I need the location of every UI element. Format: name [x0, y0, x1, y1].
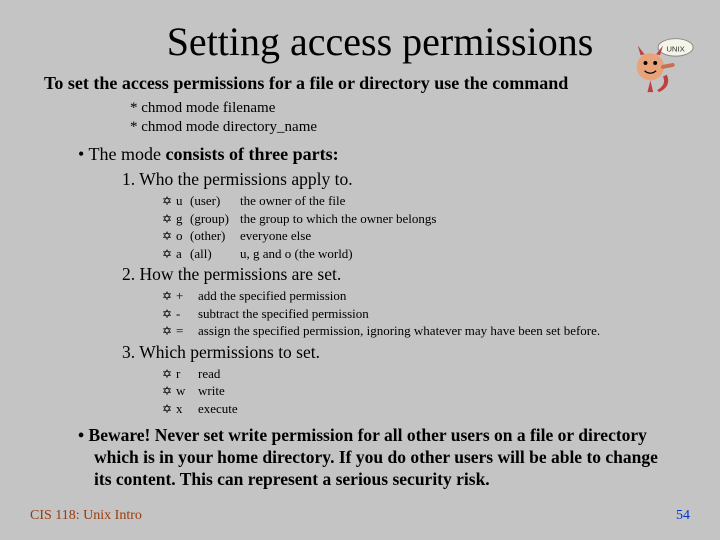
section-head: 2. How the permissions are set. [122, 264, 690, 285]
command-item: chmod mode filename [130, 100, 690, 117]
command-list: chmod mode filename chmod mode directory… [130, 100, 690, 136]
def-row: ✡xexecute [162, 400, 690, 418]
command-item: chmod mode directory_name [130, 119, 690, 136]
section-head: 1. Who the permissions apply to. [122, 169, 690, 190]
def-row: ✡o(other)everyone else [162, 227, 690, 245]
section-head: 3. Which permissions to set. [122, 342, 690, 363]
footer: CIS 118: Unix Intro 54 [30, 508, 690, 524]
mascot-icon: UNIX [628, 28, 696, 96]
def-row: ✡g(group)the group to which the owner be… [162, 210, 690, 228]
def-row: ✡u(user)the owner of the file [162, 192, 690, 210]
slide: UNIX Setting access permissions To set t… [0, 0, 720, 491]
slide-title: Setting access permissions [70, 18, 690, 65]
mode-line-bold: consists of three parts: [165, 144, 338, 164]
def-row: ✡-subtract the specified permission [162, 305, 690, 323]
def-row: ✡=assign the specified permission, ignor… [162, 322, 690, 340]
footer-course: CIS 118: Unix Intro [30, 508, 142, 524]
def-row: ✡wwrite [162, 382, 690, 400]
footer-pagenum: 54 [676, 508, 690, 524]
mode-line-lead: The mode [88, 144, 165, 164]
def-list: ✡rread ✡wwrite ✡xexecute [162, 365, 690, 418]
beware-text: Beware! Never set write permission for a… [78, 425, 678, 491]
svg-text:UNIX: UNIX [666, 44, 685, 53]
def-row: ✡+add the specified permission [162, 287, 690, 305]
mode-line: The mode consists of three parts: [78, 144, 690, 165]
intro-text: To set the access permissions for a file… [44, 73, 690, 94]
def-list: ✡u(user)the owner of the file ✡g(group)t… [162, 192, 690, 262]
def-row: ✡rread [162, 365, 690, 383]
def-list: ✡+add the specified permission ✡-subtrac… [162, 287, 690, 340]
def-row: ✡a(all)u, g and o (the world) [162, 245, 690, 263]
